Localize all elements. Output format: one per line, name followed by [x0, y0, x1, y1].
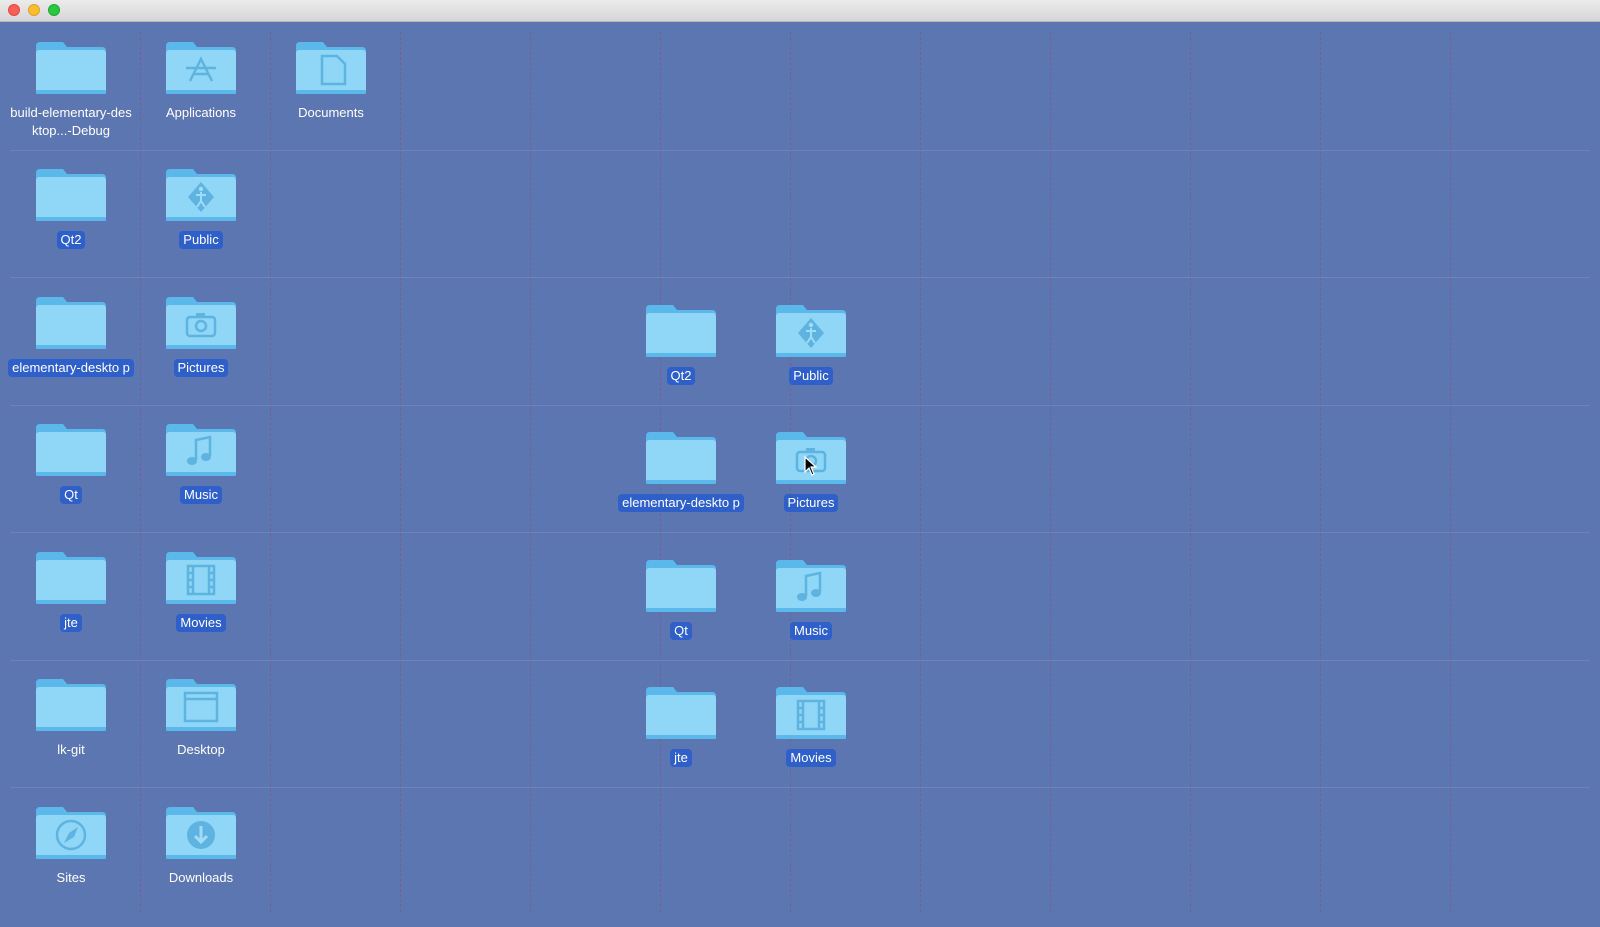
applications-folder-icon	[166, 42, 236, 94]
grid-divider	[400, 32, 401, 912]
desktop-icon[interactable]: Downloads	[135, 803, 267, 927]
icon-label: elementary-deskto p	[8, 359, 134, 377]
icon-label: Public	[179, 231, 223, 249]
grid-divider	[1050, 32, 1051, 912]
desktop-icon[interactable]: Music	[135, 420, 267, 544]
icon-label: Documents	[298, 105, 364, 120]
close-window-button[interactable]	[8, 4, 20, 16]
icon-label: Sites	[56, 870, 86, 885]
desktop-icon[interactable]: lk-git	[5, 675, 137, 799]
grid-divider	[1320, 32, 1321, 912]
window-titlebar	[0, 0, 1600, 22]
folder-icon	[36, 169, 106, 221]
icon-label: Downloads	[168, 870, 234, 885]
folder-icon	[646, 560, 716, 612]
folder-icon	[646, 305, 716, 357]
icon-label: Applications	[165, 105, 237, 120]
dragged-icon[interactable]: Qt2	[615, 301, 747, 425]
icon-label: elementary-deskto p	[618, 494, 744, 512]
icon-label: lk-git	[57, 742, 85, 757]
icon-label: Pictures	[783, 494, 839, 512]
mouse-cursor-icon	[804, 456, 818, 476]
movies-folder-icon	[776, 687, 846, 739]
grid-divider	[920, 32, 921, 912]
grid-divider	[1450, 32, 1451, 912]
downloads-folder-icon	[166, 807, 236, 859]
desktop-icon[interactable]: Qt2	[5, 165, 137, 289]
grid-divider	[530, 32, 531, 912]
icon-label: Qt2	[666, 367, 696, 385]
folder-icon	[36, 552, 106, 604]
icon-label: Desktop	[177, 742, 225, 757]
music-folder-icon	[166, 424, 236, 476]
public-folder-icon	[166, 169, 236, 221]
icon-label: Qt	[60, 486, 82, 504]
zoom-window-button[interactable]	[48, 4, 60, 16]
desktop-icon[interactable]: Qt	[5, 420, 137, 544]
icon-label: Qt2	[56, 231, 86, 249]
grid-divider	[1190, 32, 1191, 912]
minimize-window-button[interactable]	[28, 4, 40, 16]
desktop-icon[interactable]: Applications	[135, 38, 267, 162]
desktop-icon[interactable]: build-elementary-desktop...-Debug	[5, 38, 137, 162]
desktop-icon[interactable]: Documents	[265, 38, 397, 162]
desktop-icon[interactable]: Pictures	[135, 293, 267, 417]
desktop-folder-icon	[166, 679, 236, 731]
icon-label: Public	[789, 367, 833, 385]
folder-icon	[36, 42, 106, 94]
dragged-icon[interactable]: Movies	[745, 683, 877, 807]
desktop-icon[interactable]: Desktop	[135, 675, 267, 799]
music-folder-icon	[776, 560, 846, 612]
folder-icon	[36, 424, 106, 476]
dragged-icon[interactable]: Music	[745, 556, 877, 680]
desktop-area[interactable]: build-elementary-desktop...-Debug Applic…	[0, 22, 1600, 920]
icon-label: Music	[790, 622, 832, 640]
desktop-icon[interactable]: Public	[135, 165, 267, 289]
icon-label: Music	[180, 486, 222, 504]
desktop-icon[interactable]: Movies	[135, 548, 267, 672]
dragged-icon[interactable]: Qt	[615, 556, 747, 680]
desktop-icon[interactable]: Sites	[5, 803, 137, 927]
desktop-icon[interactable]: elementary-deskto p	[5, 293, 137, 417]
icon-label: jte	[670, 749, 692, 767]
dragged-icon[interactable]: jte	[615, 683, 747, 807]
pictures-folder-icon	[166, 297, 236, 349]
icon-label: jte	[60, 614, 82, 632]
icon-label: Qt	[670, 622, 692, 640]
folder-icon	[36, 679, 106, 731]
icon-label: Movies	[786, 749, 836, 767]
grid-divider	[270, 32, 271, 912]
sites-folder-icon	[36, 807, 106, 859]
desktop-icon[interactable]: jte	[5, 548, 137, 672]
icon-label: build-elementary-desktop...-Debug	[10, 105, 132, 138]
dragged-icon[interactable]: elementary-deskto p	[615, 428, 747, 552]
documents-folder-icon	[296, 42, 366, 94]
public-folder-icon	[776, 305, 846, 357]
folder-icon	[36, 297, 106, 349]
icon-label: Pictures	[173, 359, 229, 377]
dragged-icon[interactable]: Pictures	[745, 428, 877, 552]
movies-folder-icon	[166, 552, 236, 604]
folder-icon	[646, 432, 716, 484]
dragged-icon[interactable]: Public	[745, 301, 877, 425]
icon-label: Movies	[176, 614, 226, 632]
folder-icon	[646, 687, 716, 739]
